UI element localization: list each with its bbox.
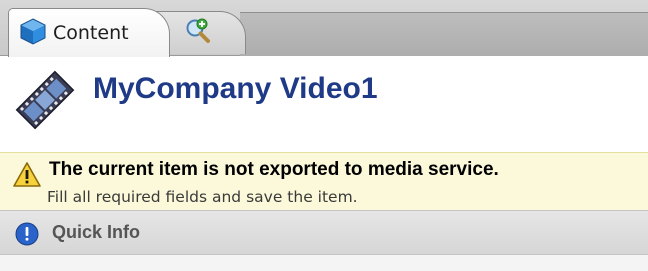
film-reel-icon [12,67,78,137]
tab-content[interactable]: Content [8,8,170,57]
tab-strip-track [240,12,648,56]
item-title: MyCompany Video1 [93,72,378,105]
section-body [0,255,648,271]
quick-info-section-header[interactable]: Quick Info [0,210,648,255]
cube-icon [19,17,47,49]
warning-triangle-icon [12,161,42,193]
export-warning-bar: The current item is not exported to medi… [0,152,648,210]
section-title: Quick Info [52,222,141,242]
warning-title: The current item is not exported to medi… [49,159,499,180]
item-header: MyCompany Video1 [0,56,648,152]
magnify-add-icon [184,17,212,49]
tab-label: Content [53,22,129,44]
editor-tab-strip: Content [0,0,648,57]
warning-message: Fill all required fields and save the it… [47,188,358,206]
info-icon [15,222,39,250]
